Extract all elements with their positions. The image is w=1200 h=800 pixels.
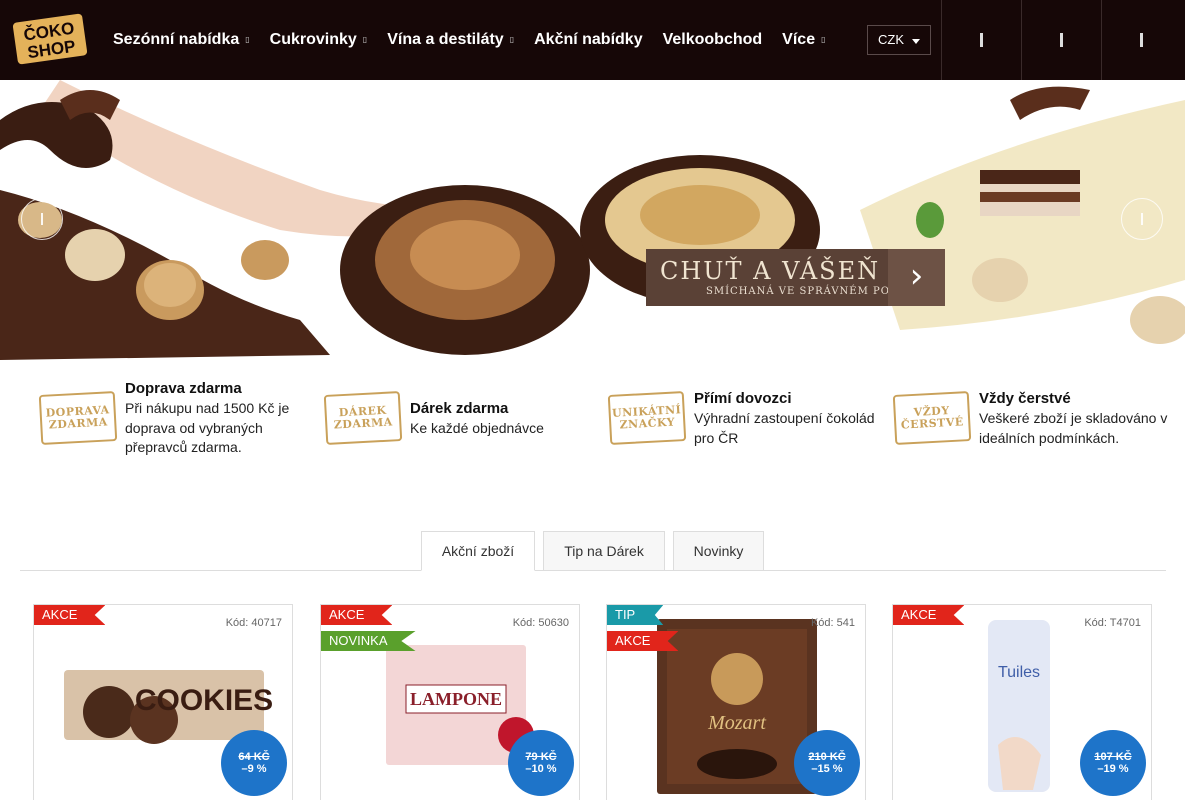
chevron-right-icon bbox=[1141, 213, 1143, 225]
discount-percent: –9 % bbox=[241, 763, 267, 775]
dropdown-caret-icon: ▯ bbox=[821, 35, 826, 45]
nav-item-wines[interactable]: Vína a destiláty ▯ bbox=[387, 31, 514, 49]
product-code: Kód: T4701 bbox=[1084, 617, 1141, 629]
benefit-text: Výhradní zastoupení čokolád pro ČR bbox=[694, 409, 875, 446]
free-shipping-stamp-icon: DOPRAVA ZDARMA bbox=[38, 391, 118, 445]
benefit-text: Ke každé objednávce bbox=[410, 419, 544, 436]
benefit-direct-import: UNIKÁTNÍ ZNAČKY Přímí dovozci Výhradní za… bbox=[607, 378, 879, 458]
product-card[interactable]: Tuiles AKCE Kód: T4701 107 KČ –19 % bbox=[892, 604, 1152, 800]
sale-badge: AKCE bbox=[34, 605, 106, 625]
sale-badge: AKCE bbox=[321, 605, 393, 625]
benefit-text: Veškeré zboží je skladováno v ideálních … bbox=[979, 409, 1168, 446]
benefit-title: Doprava zdarma bbox=[125, 380, 242, 398]
benefit-free-gift: DÁREK ZDARMA Dárek zdarma Ke každé objedn… bbox=[323, 378, 585, 458]
main-nav: Sezónní nabídka ▯ Cukrovinky ▯ Vína a dest… bbox=[113, 0, 846, 80]
product-code: Kód: 541 bbox=[810, 617, 855, 629]
dropdown-caret-icon: ▯ bbox=[509, 35, 515, 45]
discount-percent: –15 % bbox=[811, 763, 843, 775]
unique-brands-stamp-icon: UNIKÁTNÍ ZNAČKY bbox=[607, 391, 687, 445]
carousel-prev-arrow[interactable] bbox=[21, 198, 63, 240]
tab-gift-tips[interactable]: Tip na Dárek bbox=[543, 531, 665, 571]
product-card[interactable]: Mozart TIP AKCE Kód: 541 210 KČ –15 % bbox=[606, 604, 866, 800]
nav-item-sweets[interactable]: Cukrovinky ▯ bbox=[270, 31, 368, 49]
always-fresh-stamp-icon: VŽDY ČERSTVÉ bbox=[892, 391, 972, 445]
benefit-title: Přímí dovozci bbox=[694, 389, 792, 407]
coko-shop-logo[interactable]: ČOKO SHOP bbox=[11, 12, 89, 66]
price-badge: 107 KČ –19 % bbox=[1080, 730, 1146, 796]
cart-icon[interactable] bbox=[1101, 0, 1181, 80]
banner-artwork bbox=[0, 80, 1185, 360]
price-badge: 64 KČ –9 % bbox=[221, 730, 287, 796]
chevron-down-icon bbox=[912, 39, 920, 44]
tab-new-items[interactable]: Novinky bbox=[673, 531, 764, 571]
price-badge: 79 KČ –10 % bbox=[508, 730, 574, 796]
free-gift-stamp-icon: DÁREK ZDARMA bbox=[323, 391, 403, 445]
old-price: 79 KČ bbox=[525, 751, 557, 763]
tip-badge: TIP bbox=[607, 605, 664, 625]
old-price: 107 KČ bbox=[1094, 751, 1132, 763]
price-badge: 210 KČ –15 % bbox=[794, 730, 860, 796]
svg-text:COOKIES: COOKIES bbox=[135, 684, 273, 717]
banner-headline: CHUŤ A VÁŠEŇ bbox=[660, 257, 881, 285]
chevron-right-icon: › bbox=[888, 249, 945, 306]
svg-text:Mozart: Mozart bbox=[707, 712, 766, 734]
sale-badge: AKCE bbox=[607, 631, 679, 651]
product-code: Kód: 40717 bbox=[225, 617, 282, 629]
product-card[interactable]: COOKIES AKCE Kód: 40717 64 KČ –9 % bbox=[33, 604, 293, 800]
dropdown-caret-icon: ▯ bbox=[362, 35, 368, 45]
old-price: 210 KČ bbox=[808, 751, 846, 763]
nav-item-wholesale[interactable]: Velkoobchod bbox=[663, 31, 763, 49]
dropdown-caret-icon: ▯ bbox=[245, 35, 250, 45]
discount-percent: –10 % bbox=[525, 763, 557, 775]
product-card[interactable]: LAMPONE AKCE NOVINKA Kód: 50630 79 KČ –1… bbox=[320, 604, 580, 800]
benefit-text: Při nákupu nad 1500 Kč je doprava od vyb… bbox=[125, 400, 290, 456]
benefit-title: Dárek zdarma bbox=[410, 399, 509, 417]
search-icon[interactable] bbox=[941, 0, 1021, 80]
chevron-left-icon bbox=[41, 213, 43, 225]
tab-sale-items[interactable]: Akční zboží bbox=[421, 531, 535, 571]
user-icon[interactable] bbox=[1021, 0, 1101, 80]
product-image: Tuiles bbox=[988, 620, 1050, 792]
benefit-title: Vždy čerstvé bbox=[979, 389, 1071, 407]
hero-banner[interactable]: CHUŤ A VÁŠEŇ SMÍCHANÁ VE SPRÁVNÉM POMĚRU… bbox=[0, 80, 1185, 360]
old-price: 64 KČ bbox=[238, 751, 270, 763]
discount-percent: –19 % bbox=[1097, 763, 1129, 775]
currency-select[interactable]: CZK bbox=[867, 25, 931, 55]
nav-item-seasonal[interactable]: Sezónní nabídka ▯ bbox=[113, 31, 250, 49]
nav-item-sales[interactable]: Akční nabídky bbox=[534, 31, 642, 49]
carousel-next-arrow[interactable] bbox=[1121, 198, 1163, 240]
sale-badge: AKCE bbox=[893, 605, 965, 625]
top-navigation-bar: ČOKO SHOP Sezónní nabídka ▯ Cukrovinky ▯ V… bbox=[0, 0, 1185, 80]
svg-text:LAMPONE: LAMPONE bbox=[410, 689, 502, 709]
benefit-always-fresh: VŽDY ČERSTVÉ Vždy čerstvé Veškeré zboží j… bbox=[892, 378, 1174, 458]
nav-item-more[interactable]: Více ▯ bbox=[782, 31, 825, 49]
benefit-free-shipping: DOPRAVA ZDARMA Doprava zdarma Při nákupu … bbox=[38, 378, 300, 458]
banner-cta[interactable]: CHUŤ A VÁŠEŇ SMÍCHANÁ VE SPRÁVNÉM POMĚRU… bbox=[646, 249, 945, 306]
svg-text:Tuiles: Tuiles bbox=[998, 664, 1040, 681]
product-code: Kód: 50630 bbox=[512, 617, 569, 629]
